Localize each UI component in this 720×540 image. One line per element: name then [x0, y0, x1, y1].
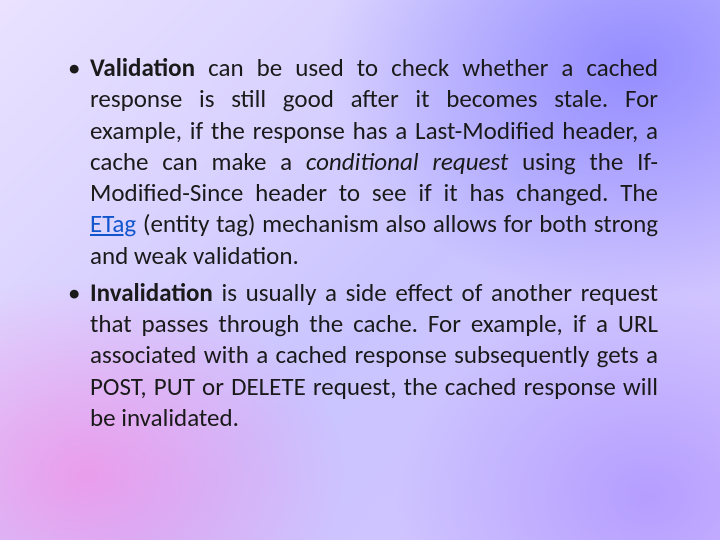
- bullet-emphasis: conditional request: [306, 146, 508, 177]
- bullet-item-invalidation: Invalidation is usually a side effect of…: [62, 277, 658, 433]
- bullet-lead: Validation: [90, 52, 195, 83]
- bullet-item-validation: Validation can be used to check whether …: [62, 52, 658, 271]
- bullet-lead: Invalidation: [90, 277, 213, 308]
- slide: Validation can be used to check whether …: [0, 0, 720, 540]
- etag-link[interactable]: ETag: [90, 208, 136, 239]
- bullet-text: (entity tag) mechanism also allows for b…: [90, 208, 658, 270]
- bullet-list: Validation can be used to check whether …: [62, 52, 658, 433]
